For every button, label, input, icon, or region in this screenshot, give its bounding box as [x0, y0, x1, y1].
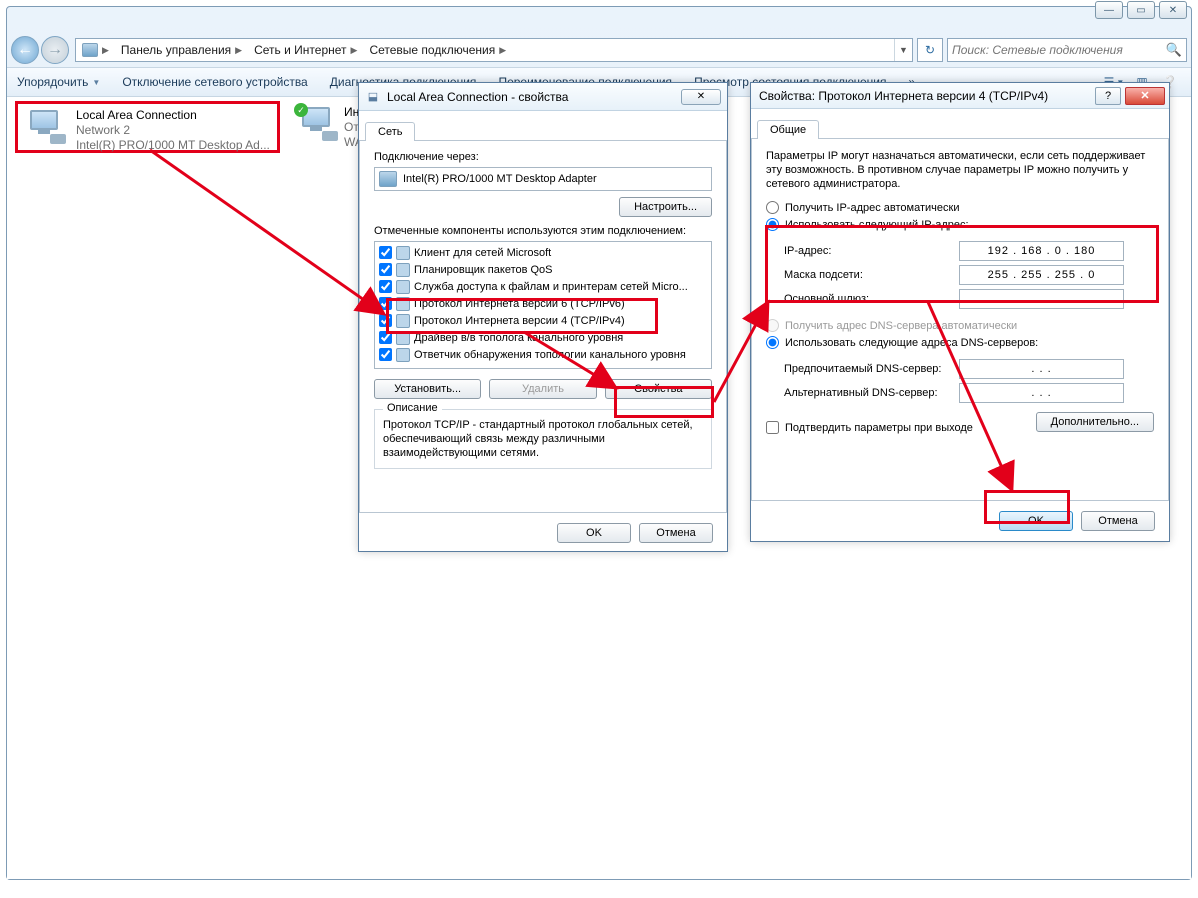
network-icon: ⬓	[365, 89, 381, 105]
breadcrumb-icon[interactable]: ▶	[76, 39, 115, 61]
configure-button[interactable]: Настроить...	[619, 197, 712, 217]
component-checkbox[interactable]	[379, 348, 392, 361]
dialog-title: Свойства: Протокол Интернета версии 4 (T…	[755, 89, 1048, 103]
dns1-label: Предпочитаемый DNS-сервер:	[784, 363, 959, 375]
component-checkbox[interactable]	[379, 314, 392, 327]
address-dropdown-icon[interactable]: ▼	[894, 39, 912, 61]
mask-input[interactable]: 255 . 255 . 255 . 0	[959, 265, 1124, 285]
tab-strip: Сеть	[359, 117, 727, 141]
component-item: Планировщик пакетов QoS	[377, 261, 709, 278]
ok-button[interactable]: OK	[557, 523, 631, 543]
lan-icon: ✓	[296, 105, 340, 143]
components-label: Отмеченные компоненты используются этим …	[374, 225, 712, 237]
back-button[interactable]: ←	[11, 36, 39, 64]
dialog-titlebar[interactable]: ⬓ Local Area Connection - свойства ✕	[359, 83, 727, 111]
component-checkbox[interactable]	[379, 280, 392, 293]
ip-label: IP-адрес:	[784, 245, 959, 257]
radio-static-ip[interactable]: Использовать следующий IP-адрес:	[766, 218, 1154, 231]
dns1-input[interactable]: . . .	[959, 359, 1124, 379]
lan-icon	[24, 108, 68, 146]
component-icon	[396, 246, 410, 260]
component-icon	[396, 314, 410, 328]
mask-label: Маска подсети:	[784, 269, 959, 281]
connection-name: Local Area Connection	[76, 108, 271, 123]
component-icon	[396, 331, 410, 345]
connection-item-2[interactable]: ✓ Ин... Отк... WA...	[290, 101, 365, 153]
adapter-icon	[379, 171, 397, 187]
help-button[interactable]: ?	[1095, 87, 1121, 105]
tab-network[interactable]: Сеть	[365, 122, 415, 141]
gateway-input[interactable]: . . .	[959, 289, 1124, 309]
ok-button[interactable]: OK	[999, 511, 1073, 531]
breadcrumb-bar[interactable]: ▶ Панель управления▶ Сеть и Интернет▶ Се…	[75, 38, 913, 62]
component-icon	[396, 348, 410, 362]
tab-general[interactable]: Общие	[757, 120, 819, 139]
connection-network: Network 2	[76, 123, 271, 138]
component-item-ipv4: Протокол Интернета версии 4 (TCP/IPv4)	[377, 312, 709, 329]
ipv4-properties-dialog: Свойства: Протокол Интернета версии 4 (T…	[750, 82, 1170, 542]
dns2-label: Альтернативный DNS-сервер:	[784, 387, 959, 399]
refresh-button[interactable]: ↻	[917, 38, 943, 62]
close-button[interactable]: ✕	[1159, 1, 1187, 19]
info-text: Параметры IP могут назначаться автоматич…	[766, 149, 1154, 191]
disable-device-button[interactable]: Отключение сетевого устройства	[122, 75, 307, 89]
component-item: Клиент для сетей Microsoft	[377, 244, 709, 261]
component-checkbox[interactable]	[379, 263, 392, 276]
network-icon	[82, 43, 98, 57]
gateway-label: Основной шлюз:	[784, 293, 959, 305]
dns2-input[interactable]: . . .	[959, 383, 1124, 403]
connect-via-label: Подключение через:	[374, 151, 712, 163]
radio-auto-dns: Получить адрес DNS-сервера автоматически	[766, 319, 1154, 332]
component-item: Драйвер в/в тополога канального уровня	[377, 329, 709, 346]
component-item: Ответчик обнаружения топологии канальног…	[377, 346, 709, 363]
component-icon	[396, 280, 410, 294]
component-icon	[396, 263, 410, 277]
dialog-titlebar[interactable]: Свойства: Протокол Интернета версии 4 (T…	[751, 83, 1169, 109]
check-badge-icon: ✓	[294, 103, 308, 117]
close-button[interactable]: ✕	[681, 89, 721, 105]
component-checkbox[interactable]	[379, 297, 392, 310]
adapter-name: Intel(R) PRO/1000 MT Desktop Adapter	[403, 173, 597, 185]
window-controls: — ▭ ✕	[1091, 1, 1187, 19]
description-legend: Описание	[383, 402, 442, 414]
radio-auto-ip[interactable]: Получить IP-адрес автоматически	[766, 201, 1154, 214]
maximize-button[interactable]: ▭	[1127, 1, 1155, 19]
breadcrumb-network-internet[interactable]: Сеть и Интернет▶	[248, 39, 363, 61]
connection-item-lac[interactable]: Local Area Connection Network 2 Intel(R)…	[15, 101, 280, 153]
components-list[interactable]: Клиент для сетей Microsoft Планировщик п…	[374, 241, 712, 369]
component-checkbox[interactable]	[379, 331, 392, 344]
cancel-button[interactable]: Отмена	[1081, 511, 1155, 531]
connection-adapter: Intel(R) PRO/1000 MT Desktop Ad...	[76, 138, 271, 153]
tab-strip: Общие	[751, 115, 1169, 139]
component-item-ipv6: Протокол Интернета версии 6 (TCP/IPv6)	[377, 295, 709, 312]
radio-static-dns[interactable]: Использовать следующие адреса DNS-сервер…	[766, 336, 1154, 349]
description-group: Описание Протокол TCP/IP - стандартный п…	[374, 409, 712, 469]
component-icon	[396, 297, 410, 311]
properties-button[interactable]: Свойства	[605, 379, 712, 399]
uninstall-button: Удалить	[489, 379, 596, 399]
cancel-button[interactable]: Отмена	[639, 523, 713, 543]
search-input[interactable]	[952, 43, 1162, 57]
component-checkbox[interactable]	[379, 246, 392, 259]
component-item: Служба доступа к файлам и принтерам сете…	[377, 278, 709, 295]
breadcrumb-control-panel[interactable]: Панель управления▶	[115, 39, 248, 61]
dialog-title: Local Area Connection - свойства	[387, 90, 568, 104]
forward-button[interactable]: →	[41, 36, 69, 64]
minimize-button[interactable]: —	[1095, 1, 1123, 19]
organize-menu[interactable]: Упорядочить▼	[17, 75, 100, 89]
search-box[interactable]: 🔍	[947, 38, 1187, 62]
ip-input[interactable]: 192 . 168 . 0 . 180	[959, 241, 1124, 261]
validate-checkbox[interactable]	[766, 421, 779, 434]
install-button[interactable]: Установить...	[374, 379, 481, 399]
close-button[interactable]: ✕	[1125, 87, 1165, 105]
lac-properties-dialog: ⬓ Local Area Connection - свойства ✕ Сет…	[358, 82, 728, 552]
advanced-button[interactable]: Дополнительно...	[1036, 412, 1154, 432]
address-row: ← → ▶ Панель управления▶ Сеть и Интернет…	[11, 35, 1187, 65]
description-text: Протокол TCP/IP - стандартный протокол г…	[383, 418, 703, 460]
breadcrumb-network-connections[interactable]: Сетевые подключения▶	[363, 39, 512, 61]
search-icon[interactable]: 🔍	[1166, 42, 1182, 58]
adapter-field[interactable]: Intel(R) PRO/1000 MT Desktop Adapter	[374, 167, 712, 191]
